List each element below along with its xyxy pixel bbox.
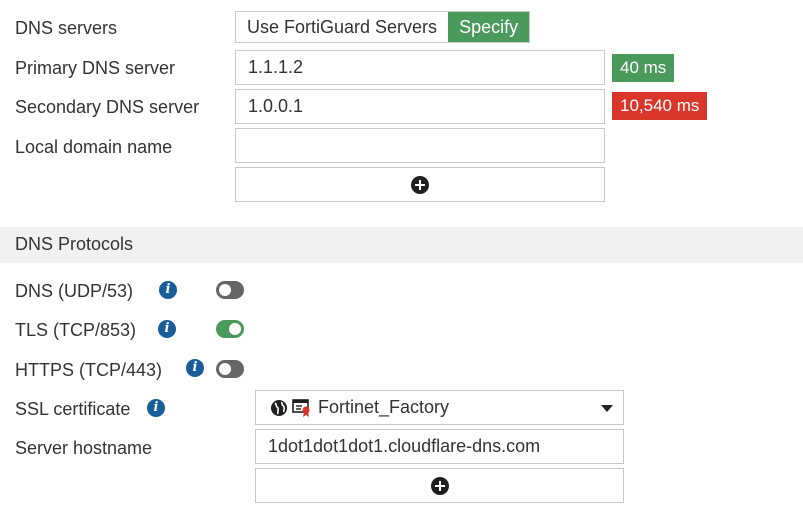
use-fortiguard-servers-button[interactable]: Use FortiGuard Servers	[236, 12, 449, 42]
caret-down-icon	[601, 405, 613, 412]
tls-toggle[interactable]	[216, 320, 244, 338]
secondary-dns-label: Secondary DNS server	[15, 97, 200, 117]
specify-button[interactable]: Specify	[448, 12, 530, 42]
secondary-dns-value: 1.0.0.1	[248, 96, 304, 116]
ssl-certificate-value: Fortinet_Factory	[318, 397, 450, 417]
info-icon[interactable]: i	[147, 399, 165, 417]
primary-dns-value: 1.1.1.2	[248, 57, 304, 77]
add-local-domain-button[interactable]	[235, 167, 605, 202]
dns-udp-label: DNS (UDP/53)	[15, 281, 134, 301]
server-hostname-value: 1dot1dot1dot1.cloudflare-dns.com	[268, 436, 541, 456]
plus-circle-icon	[430, 476, 449, 495]
certificate-icon	[292, 398, 310, 417]
local-domain-input[interactable]	[235, 128, 605, 163]
secondary-latency-badge: 10,540 ms	[612, 92, 708, 120]
server-hostname-label: Server hostname	[15, 438, 153, 458]
toggle-knob	[229, 323, 241, 335]
dns-servers-toggle-group: Use FortiGuard Servers Specify	[235, 11, 531, 43]
globe-icon	[271, 399, 287, 416]
primary-latency-badge: 40 ms	[612, 54, 675, 82]
primary-dns-label: Primary DNS server	[15, 58, 176, 78]
info-icon[interactable]: i	[158, 320, 176, 338]
dns-servers-label: DNS servers	[15, 18, 118, 38]
server-hostname-input[interactable]: 1dot1dot1dot1.cloudflare-dns.com	[255, 429, 624, 464]
section-title: DNS Protocols	[15, 234, 134, 254]
ssl-certificate-label: SSL certificate	[15, 399, 131, 419]
tls-label: TLS (TCP/853)	[15, 320, 137, 340]
https-toggle[interactable]	[216, 360, 244, 378]
plus-circle-icon	[411, 175, 429, 194]
secondary-dns-input[interactable]: 1.0.0.1	[235, 89, 605, 124]
info-icon[interactable]: i	[186, 359, 204, 377]
dns-udp-toggle[interactable]	[216, 281, 244, 299]
ssl-certificate-select[interactable]: Fortinet_Factory	[255, 390, 624, 425]
dns-protocols-section-header: DNS Protocols	[0, 227, 803, 263]
https-label: HTTPS (TCP/443)	[15, 360, 163, 380]
toggle-knob	[219, 363, 231, 375]
primary-dns-input[interactable]: 1.1.1.2	[235, 50, 605, 85]
add-server-hostname-button[interactable]	[255, 468, 624, 503]
local-domain-label: Local domain name	[15, 137, 173, 157]
info-icon[interactable]: i	[159, 281, 177, 299]
toggle-knob	[219, 284, 231, 296]
